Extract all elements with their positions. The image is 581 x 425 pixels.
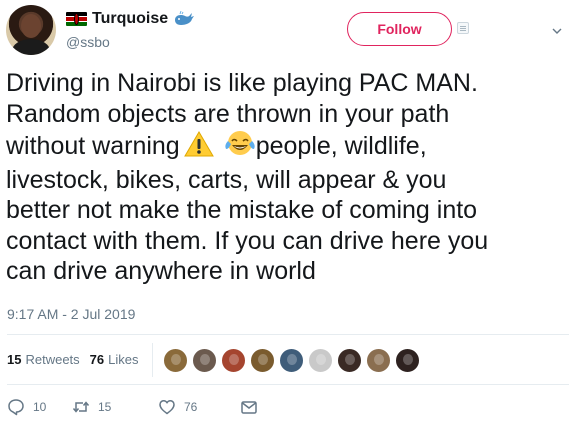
tweet-timestamp[interactable]: 9:17 AM - 2 Jul 2019 bbox=[7, 306, 135, 322]
tweet-text: Driving in Nairobi is like playing PAC M… bbox=[6, 68, 576, 287]
reply-count: 10 bbox=[33, 400, 47, 414]
like-count: 76 bbox=[184, 400, 198, 414]
warning-icon bbox=[183, 131, 214, 165]
likes-count: 76 bbox=[89, 352, 105, 367]
tears-of-joy-icon bbox=[224, 129, 256, 165]
liker-avatar[interactable] bbox=[308, 348, 333, 373]
follow-button[interactable]: Follow bbox=[347, 12, 452, 46]
retweets-stat[interactable]: 15 Retweets bbox=[7, 352, 80, 367]
envelope-icon bbox=[241, 401, 257, 414]
liker-avatar[interactable] bbox=[337, 348, 362, 373]
tweet-line: contact with them. If you can drive here… bbox=[6, 226, 489, 255]
liker-avatars bbox=[163, 348, 420, 373]
tweet-line: without warning bbox=[6, 132, 180, 160]
tweet-line: Random objects are thrown in your path bbox=[6, 99, 450, 128]
likes-label: Likes bbox=[108, 352, 139, 367]
likes-stat[interactable]: 76 Likes bbox=[90, 352, 139, 367]
user-name-row[interactable]: Turquoise bbox=[66, 8, 195, 30]
divider bbox=[7, 334, 569, 335]
chevron-down-icon[interactable] bbox=[552, 26, 562, 36]
tweet-line: better not make the mistake of coming in… bbox=[6, 196, 478, 224]
avatar-shoulders bbox=[12, 39, 50, 55]
retweet-button[interactable]: 15 bbox=[72, 398, 158, 416]
tweet-stats: 15 Retweets 76 Likes bbox=[7, 352, 139, 367]
tweet-line: Driving in Nairobi is like playing PAC M… bbox=[6, 69, 478, 97]
stats-divider bbox=[152, 343, 153, 377]
tweet-card: Turquoise @ssbo Follow Driving in Nairob… bbox=[0, 0, 581, 425]
more-options-icon[interactable] bbox=[457, 22, 469, 34]
like-button[interactable]: 76 bbox=[158, 398, 240, 416]
heart-icon bbox=[159, 400, 175, 415]
retweets-count: 15 bbox=[7, 352, 22, 367]
retweet-count: 15 bbox=[98, 400, 112, 414]
liker-avatar[interactable] bbox=[366, 348, 391, 373]
tweet-line: can drive anywhere in world bbox=[6, 257, 316, 285]
divider bbox=[7, 384, 569, 385]
liker-avatar[interactable] bbox=[395, 348, 420, 373]
liker-avatar[interactable] bbox=[279, 348, 304, 373]
tweet-line: people, wildlife, bbox=[255, 132, 427, 160]
reply-button[interactable]: 10 bbox=[7, 398, 72, 416]
display-name[interactable]: Turquoise bbox=[92, 10, 168, 28]
liker-avatar[interactable] bbox=[250, 348, 275, 373]
avatar-face bbox=[21, 14, 41, 38]
direct-message-button[interactable] bbox=[240, 398, 258, 416]
user-handle[interactable]: @ssbo bbox=[66, 34, 110, 50]
liker-avatar[interactable] bbox=[163, 348, 188, 373]
retweet-icon bbox=[72, 401, 90, 413]
liker-avatar[interactable] bbox=[192, 348, 217, 373]
liker-avatar[interactable] bbox=[221, 348, 246, 373]
retweets-label: Retweets bbox=[25, 352, 80, 367]
tweet-line: livestock, bikes, carts, will appear & y… bbox=[6, 165, 447, 194]
kenya-flag-icon bbox=[66, 12, 87, 26]
whale-icon bbox=[175, 11, 195, 25]
tweet-actions: 10 15 76 bbox=[7, 398, 258, 416]
avatar[interactable] bbox=[6, 5, 56, 55]
reply-icon bbox=[8, 399, 24, 416]
